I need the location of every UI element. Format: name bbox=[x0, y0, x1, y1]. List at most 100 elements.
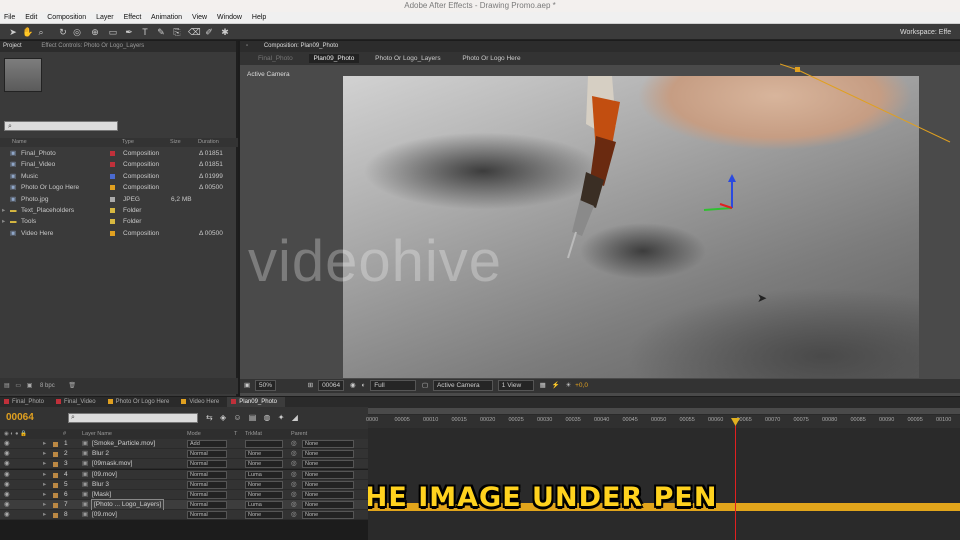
col-layer-name[interactable]: Layer Name bbox=[82, 429, 112, 439]
parent-dropdown[interactable]: None bbox=[302, 460, 354, 469]
menu-view[interactable]: View bbox=[192, 14, 207, 21]
timeline-tab[interactable]: Video Here bbox=[177, 397, 227, 407]
layer-row[interactable]: ◉ ▸ 6 ▣ [Mask] Normal None ◎ None bbox=[0, 490, 368, 500]
layer-label-swatch[interactable] bbox=[53, 513, 58, 519]
pick-whip-icon[interactable]: ◎ bbox=[291, 439, 297, 449]
layer-label-swatch[interactable] bbox=[53, 462, 58, 468]
timeline-current-time[interactable]: 00064 bbox=[6, 412, 34, 423]
project-item[interactable]: ▸ ▬ Text_Placeholders Folder bbox=[0, 205, 238, 216]
blend-mode-dropdown[interactable]: Normal bbox=[187, 450, 227, 459]
workspace-selector[interactable]: Workspace: Effe bbox=[900, 27, 956, 38]
track-matte-dropdown[interactable]: None bbox=[245, 450, 283, 459]
folder-expand-icon[interactable]: ▸ bbox=[2, 216, 5, 227]
current-time-display[interactable]: 00064 bbox=[318, 379, 345, 391]
eye-icon[interactable]: ◉ bbox=[4, 500, 10, 510]
menu-effect[interactable]: Effect bbox=[124, 14, 142, 21]
project-item[interactable]: ▣ Photo.jpg JPEG 6,2 MB bbox=[0, 194, 238, 205]
timeline-tab[interactable]: Final_Photo bbox=[0, 397, 52, 407]
expand-twirl-icon[interactable]: ▸ bbox=[43, 459, 46, 469]
blend-mode-dropdown[interactable]: Normal bbox=[187, 501, 227, 510]
trash-icon[interactable]: 🗑 bbox=[68, 383, 76, 389]
pick-whip-icon[interactable]: ◎ bbox=[291, 449, 297, 459]
layer-row[interactable]: ◉ ▸ 7 ▣ [Photo ... Logo_Layers] Normal Luma ◎ No… bbox=[0, 499, 368, 512]
col-t[interactable]: T bbox=[234, 429, 237, 439]
tab-composition[interactable]: Composition: Plan09_Photo bbox=[264, 43, 338, 49]
track-matte-dropdown[interactable]: Luma bbox=[245, 470, 283, 479]
expand-twirl-icon[interactable]: ▸ bbox=[43, 439, 46, 449]
eye-icon[interactable]: ◉ bbox=[4, 490, 10, 500]
rectangle-tool-icon[interactable]: ▭ bbox=[108, 27, 118, 37]
layer-label-swatch[interactable] bbox=[53, 442, 58, 447]
project-item[interactable]: ▣ Final_Photo Composition Δ 01851 bbox=[0, 148, 238, 159]
roto-brush-tool-icon[interactable]: ✐ bbox=[204, 27, 214, 37]
pick-whip-icon[interactable]: ◎ bbox=[291, 510, 297, 520]
eraser-tool-icon[interactable]: ⌫ bbox=[188, 27, 201, 37]
text-tool-icon[interactable]: T bbox=[140, 27, 150, 37]
pen-tool-icon[interactable]: ✒ bbox=[124, 27, 134, 37]
draft-3d-icon[interactable]: ◈ bbox=[220, 413, 226, 422]
col-name[interactable]: Name bbox=[12, 138, 27, 147]
region-icon[interactable]: ▢ bbox=[422, 382, 428, 389]
layer-label-swatch[interactable] bbox=[53, 493, 58, 498]
exposure-icon[interactable]: ☀ bbox=[565, 382, 571, 389]
timeline-search-input[interactable]: ⌕ bbox=[68, 413, 198, 423]
graph-editor-icon[interactable]: ◢ bbox=[292, 413, 298, 422]
snapshot-icon[interactable]: ◉ bbox=[350, 382, 356, 389]
label-color-swatch[interactable] bbox=[110, 230, 115, 236]
menu-window[interactable]: Window bbox=[217, 14, 242, 21]
eye-icon[interactable]: ◉ bbox=[4, 459, 10, 469]
pick-whip-icon[interactable]: ◎ bbox=[291, 500, 297, 510]
camera-view-dropdown[interactable]: Active Camera bbox=[432, 379, 493, 391]
blend-mode-dropdown[interactable]: Normal bbox=[187, 470, 227, 479]
track-matte-dropdown[interactable]: None bbox=[245, 511, 283, 520]
col-number[interactable]: # bbox=[63, 429, 66, 439]
project-item[interactable]: ▣ Music Composition Δ 01999 bbox=[0, 171, 238, 182]
bpc-label[interactable]: 8 bpc bbox=[40, 383, 55, 389]
motion-blur-icon[interactable]: ◍ bbox=[264, 413, 271, 422]
expand-twirl-icon[interactable]: ▸ bbox=[43, 449, 46, 459]
exposure-value[interactable]: +0,0 bbox=[575, 382, 588, 389]
zoom-dropdown[interactable]: 50% bbox=[254, 379, 276, 391]
eye-icon[interactable]: ◉ bbox=[4, 480, 10, 490]
flow-item-plan09[interactable]: Plan09_Photo bbox=[308, 54, 360, 63]
blend-mode-dropdown[interactable]: Normal bbox=[187, 511, 227, 520]
col-parent[interactable]: Parent bbox=[291, 429, 307, 439]
layer-name[interactable]: [09mask.mov] bbox=[92, 459, 132, 469]
parent-dropdown[interactable]: None bbox=[302, 511, 354, 520]
toggle-view-icon[interactable]: ▣ bbox=[244, 382, 250, 389]
expand-twirl-icon[interactable]: ▸ bbox=[43, 490, 46, 500]
project-search-input[interactable]: ⌕ bbox=[4, 121, 118, 131]
expand-twirl-icon[interactable]: ▸ bbox=[43, 480, 46, 490]
shy-icon[interactable]: ☺ bbox=[233, 413, 241, 422]
menu-layer[interactable]: Layer bbox=[96, 14, 114, 21]
parent-dropdown[interactable]: None bbox=[302, 450, 354, 459]
menu-composition[interactable]: Composition bbox=[47, 14, 86, 21]
expand-twirl-icon[interactable]: ▸ bbox=[43, 500, 46, 510]
col-mode[interactable]: Mode bbox=[187, 429, 201, 439]
brush-tool-icon[interactable]: ✎ bbox=[156, 27, 166, 37]
eye-icon[interactable]: ◉ bbox=[4, 449, 10, 459]
track-matte-dropdown[interactable]: None bbox=[245, 460, 283, 469]
pan-behind-tool-icon[interactable]: ⊕ bbox=[90, 27, 100, 37]
layer-name[interactable]: [09.mov] bbox=[92, 470, 117, 480]
timeline-tab[interactable]: Final_Video bbox=[52, 397, 104, 407]
layer-label-swatch[interactable] bbox=[53, 452, 58, 458]
project-item[interactable]: ▣ Video Here Composition Δ 00500 bbox=[0, 228, 238, 239]
project-item[interactable]: ▣ Final_Video Composition Δ 01851 bbox=[0, 159, 238, 170]
layer-name[interactable]: [Photo ... Logo_Layers] bbox=[90, 499, 165, 512]
tab-project[interactable]: Project bbox=[3, 43, 22, 49]
rotate-tool-icon[interactable]: ↻ bbox=[58, 27, 68, 37]
blend-mode-dropdown[interactable]: Normal bbox=[187, 460, 227, 469]
col-type[interactable]: Type bbox=[122, 138, 134, 147]
blend-mode-dropdown[interactable]: Normal bbox=[187, 491, 227, 499]
interpret-footage-icon[interactable]: ▤ bbox=[4, 383, 10, 389]
label-color-swatch[interactable] bbox=[110, 173, 115, 179]
layer-label-swatch[interactable] bbox=[53, 503, 58, 509]
blend-mode-dropdown[interactable]: Normal bbox=[187, 480, 227, 489]
flow-item-photo-logo-layers[interactable]: Photo Or Logo_Layers bbox=[375, 55, 440, 62]
menu-edit[interactable]: Edit bbox=[25, 14, 37, 21]
hand-tool-icon[interactable]: ✋ bbox=[22, 27, 33, 37]
layer-name[interactable]: Blur 2 bbox=[92, 449, 109, 459]
menu-file[interactable]: File bbox=[4, 14, 15, 21]
label-color-swatch[interactable] bbox=[110, 208, 115, 213]
